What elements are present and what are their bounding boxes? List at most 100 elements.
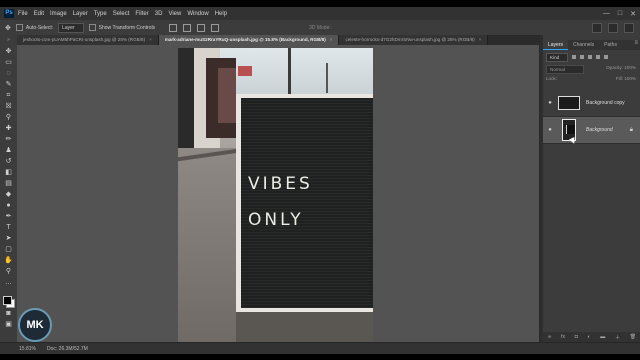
auto-select-checkbox[interactable]: Auto-Select: xyxy=(15,24,53,31)
type-tool-icon[interactable]: T xyxy=(4,223,13,232)
healing-brush-tool-icon[interactable]: ✚ xyxy=(4,124,13,133)
eyedropper-tool-icon[interactable]: ⚲ xyxy=(4,113,13,122)
close-icon[interactable]: ✕ xyxy=(630,10,636,18)
layer-name[interactable]: Background copy xyxy=(586,100,625,106)
quick-mask-icon[interactable]: ◙ xyxy=(4,309,13,318)
menu-file[interactable]: File xyxy=(18,11,28,17)
link-icon[interactable]: ∞ xyxy=(548,334,552,340)
document-size[interactable]: Doc: 26.3M/52.7M xyxy=(47,346,88,352)
screen-mode-icon[interactable]: ▣ xyxy=(4,320,13,329)
menu-layer[interactable]: Layer xyxy=(73,11,88,17)
hand-tool-icon[interactable]: ✋ xyxy=(4,256,13,265)
fill-field[interactable]: Fill: 100% xyxy=(616,76,636,81)
menu-type[interactable]: Type xyxy=(94,11,107,17)
checkbox-icon xyxy=(88,24,96,31)
zoom-tool-icon[interactable]: ⚲ xyxy=(4,267,13,276)
align-icon[interactable] xyxy=(169,23,178,32)
tab-layers[interactable]: Layers xyxy=(543,40,569,50)
photo-building xyxy=(178,48,194,158)
move-tool-icon[interactable]: ✥ xyxy=(4,47,13,56)
search-icon[interactable] xyxy=(592,23,602,33)
thumbnail-image xyxy=(558,96,580,110)
blur-tool-icon[interactable]: ◆ xyxy=(4,190,13,199)
menu-3d[interactable]: 3D xyxy=(155,11,163,17)
layers-panel: Layers Channels Paths ≡ Kind Normal Opac… xyxy=(539,35,640,342)
close-tab-icon[interactable]: × xyxy=(479,37,482,42)
layer-row-selected[interactable]: ● Background 🔒︎ xyxy=(543,117,640,144)
opacity-field[interactable]: Opacity: 100% xyxy=(598,65,636,74)
move-tool-preset-icon[interactable]: ✥ xyxy=(5,24,11,32)
auto-select-target-dropdown[interactable]: Layer xyxy=(58,22,84,33)
path-selection-tool-icon[interactable]: ➤ xyxy=(4,234,13,243)
menu-help[interactable]: Help xyxy=(215,11,227,17)
document-tab[interactable]: jeshoots-com-pUAM5hPaCRI-unsplash.jpg @ … xyxy=(17,35,159,45)
minimize-icon[interactable]: — xyxy=(603,10,610,17)
pixel-filter-icon[interactable] xyxy=(572,55,577,59)
dodge-tool-icon[interactable]: ● xyxy=(4,201,13,210)
gradient-tool-icon[interactable]: ▤ xyxy=(4,179,13,188)
show-transform-label: Show Transform Controls xyxy=(98,24,156,31)
folder-icon[interactable]: ▬ xyxy=(600,334,605,340)
letterbox-bottom xyxy=(0,353,640,360)
trash-icon[interactable]: 🗑︎ xyxy=(630,334,636,340)
show-transform-checkbox[interactable]: Show Transform Controls xyxy=(88,24,156,31)
menu-image[interactable]: Image xyxy=(50,11,67,17)
toolbar-collapse-icon[interactable]: » xyxy=(0,35,17,45)
tab-channels[interactable]: Channels xyxy=(568,40,599,50)
lasso-tool-icon[interactable]: ◌ xyxy=(4,69,13,78)
menu-edit[interactable]: Edit xyxy=(34,11,44,17)
eye-icon[interactable]: ● xyxy=(546,100,554,106)
artboard-tool-icon[interactable]: ▭ xyxy=(4,58,13,67)
align-icon[interactable] xyxy=(183,23,192,32)
document-tab[interactable]: celeste-horrocks-d7G2hDmrSNw-unsplash.jp… xyxy=(339,35,489,45)
kind-filter-dropdown[interactable]: Kind xyxy=(546,52,569,62)
menu-select[interactable]: Select xyxy=(113,11,130,17)
new-layer-icon[interactable]: ＋ xyxy=(615,334,620,341)
foreground-color-swatch[interactable] xyxy=(3,296,12,305)
layer-thumbnail xyxy=(558,119,580,141)
fx-icon[interactable]: fx xyxy=(561,334,565,340)
layer-row[interactable]: ● Background copy xyxy=(543,90,640,117)
eye-icon[interactable]: ● xyxy=(546,127,554,133)
adjustment-filter-icon[interactable] xyxy=(580,55,585,59)
clone-stamp-tool-icon[interactable]: ♟ xyxy=(4,146,13,155)
close-tab-icon[interactable]: × xyxy=(330,37,333,42)
share-icon[interactable] xyxy=(624,23,634,33)
document-tab-active[interactable]: mark-adriane-muS2RraYRuQ-unsplash.jpg @ … xyxy=(158,35,340,45)
options-bar: ✥ Auto-Select: Layer Show Transform Cont… xyxy=(0,20,640,36)
mask-icon[interactable]: ◘ xyxy=(575,334,578,340)
eraser-tool-icon[interactable]: ◧ xyxy=(4,168,13,177)
tab-paths[interactable]: Paths xyxy=(599,40,622,50)
rectangle-tool-icon[interactable]: ▢ xyxy=(4,245,13,254)
shape-filter-icon[interactable] xyxy=(596,55,601,59)
photo-sign xyxy=(238,66,252,76)
crop-tool-icon[interactable]: ⌗ xyxy=(4,91,13,100)
lock-icon[interactable]: 🔒︎ xyxy=(630,127,633,134)
menu-view[interactable]: View xyxy=(168,11,181,17)
align-icon[interactable] xyxy=(197,23,206,32)
distribute-icon[interactable] xyxy=(211,23,220,32)
maximize-icon[interactable]: □ xyxy=(618,10,622,17)
layer-name[interactable]: Background xyxy=(586,127,613,133)
menu-filter[interactable]: Filter xyxy=(135,11,148,17)
quick-select-tool-icon[interactable]: ✎ xyxy=(4,80,13,89)
document-image[interactable]: VIBES ONLY xyxy=(178,48,373,342)
frame-tool-icon[interactable]: ☒ xyxy=(4,102,13,111)
smart-object-filter-icon[interactable] xyxy=(604,55,609,59)
workspace-icon[interactable] xyxy=(608,23,618,33)
adjustment-icon[interactable]: ◐ xyxy=(588,334,591,340)
close-tab-icon[interactable]: × xyxy=(149,37,152,42)
panel-menu-icon[interactable]: ≡ xyxy=(634,40,638,46)
type-filter-icon[interactable] xyxy=(588,55,593,59)
layer-thumbnail xyxy=(558,93,580,113)
more-tools-icon[interactable]: … xyxy=(4,278,13,287)
checkbox-icon xyxy=(15,24,23,31)
history-brush-tool-icon[interactable]: ↺ xyxy=(4,157,13,166)
canvas-area[interactable]: VIBES ONLY xyxy=(17,45,539,342)
window-controls: — □ ✕ xyxy=(603,7,636,20)
pen-tool-icon[interactable]: ✒ xyxy=(4,212,13,221)
blend-mode-dropdown[interactable]: Normal xyxy=(546,65,584,74)
menu-window[interactable]: Window xyxy=(187,11,208,17)
zoom-level[interactable]: 15.81% xyxy=(19,346,47,352)
brush-tool-icon[interactable]: ✏ xyxy=(4,135,13,144)
